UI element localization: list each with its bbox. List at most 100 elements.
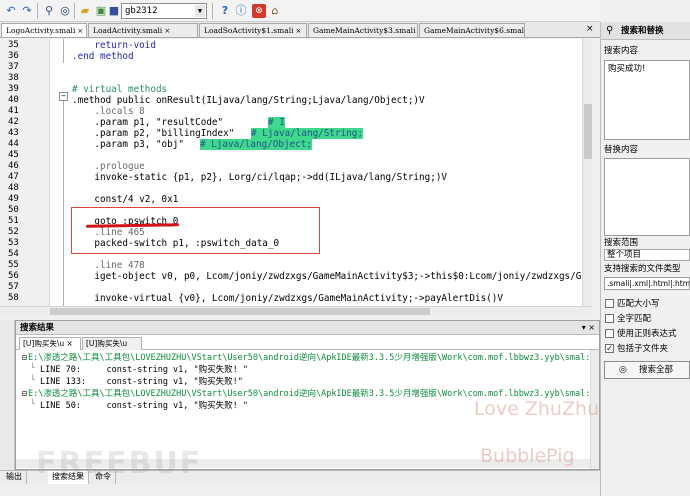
search-scope-select[interactable]: 整个项目 <box>604 249 690 261</box>
tab-gamemainactivity6[interactable]: GameMainActivity$6.smali × <box>419 23 525 37</box>
results-header: 搜索结果 ▾ × <box>16 321 599 335</box>
line-number: 49 <box>8 194 19 204</box>
home-icon[interactable]: ⌂ <box>268 4 282 18</box>
line-number: 51 <box>8 216 19 226</box>
undo-icon[interactable]: ↶ <box>4 4 18 18</box>
result-file-path[interactable]: E:\渗透之路\工具\工具包\LOVEZHUZHU\VStart\User50\… <box>28 353 590 363</box>
regex-label: 使用正则表达式 <box>617 329 677 339</box>
close-icon[interactable]: × <box>588 323 595 332</box>
help-icon[interactable]: ? <box>218 4 232 18</box>
line-number: 52 <box>8 227 19 237</box>
line-number: 36 <box>8 51 19 61</box>
code-line: .end method <box>72 51 134 62</box>
image-icon[interactable]: ▣ <box>94 4 108 18</box>
chevron-down-icon[interactable]: ▾ <box>582 323 586 332</box>
code-line: .method public onResult(ILjava/lang/Stri… <box>72 95 425 106</box>
close-icon[interactable]: × <box>296 27 302 35</box>
code-line: .locals 8 <box>72 106 145 117</box>
close-icon[interactable]: × <box>67 339 73 348</box>
code-line: .param p2, "billingIndex" <box>72 128 235 139</box>
line-number: 47 <box>8 172 19 182</box>
fold-toggle-icon[interactable]: − <box>59 92 68 101</box>
code-line: .prologue <box>72 161 145 172</box>
results-tab-label: [U]购买失\u <box>23 339 65 348</box>
results-tab[interactable]: [U]购买失\u <box>82 337 142 350</box>
line-number: 37 <box>8 62 19 72</box>
code-line: .line 478 <box>72 260 145 271</box>
line-number: 38 <box>8 73 19 83</box>
tree-connector: └ <box>30 399 35 408</box>
code-line: .param p1, "resultCode" <box>72 117 224 128</box>
side-strip <box>0 320 15 470</box>
search-all-button[interactable]: ◎ 搜索全部 <box>604 361 690 379</box>
redo-icon[interactable]: ↷ <box>20 4 34 18</box>
tab-loadsoactivity[interactable]: LoadSoActivity$1.smali × <box>199 23 307 37</box>
code-line: # virtual methods <box>72 84 168 95</box>
line-number: 54 <box>8 249 19 259</box>
replace-content-input[interactable] <box>604 158 690 236</box>
line-number: 39 <box>8 84 19 94</box>
search-content-input[interactable]: 购买成功! <box>604 60 690 140</box>
results-tab-label: [U]购买失\u <box>86 339 128 348</box>
line-number: 35 <box>8 40 19 50</box>
editor-horizontal-scrollbar[interactable] <box>0 306 592 316</box>
tree-connector: └ <box>30 363 35 372</box>
filetypes-input[interactable]: .smali|.xml|.html|.htm <box>604 277 690 290</box>
search-replace-panel: ⚲ 搜索和替换 搜索内容 购买成功! 替换内容 搜索范围 整个项目 支持搜索的文… <box>600 22 690 496</box>
line-number: 48 <box>8 183 19 193</box>
tab-logoactivity[interactable]: LogoActivity.smali × <box>1 23 87 37</box>
highlight-annotation-box <box>71 207 320 254</box>
whole-word-label: 全字匹配 <box>617 314 652 324</box>
code-line: iget-object v0, p0, Lcom/joniy/zwdzxgs/G… <box>72 271 592 282</box>
toolbar-separator <box>212 3 213 19</box>
tab-label: 输出 <box>6 472 22 481</box>
regex-checkbox[interactable] <box>605 329 614 338</box>
info-icon[interactable]: ⓘ <box>234 4 248 18</box>
find-icon[interactable]: ⚲ <box>42 4 56 18</box>
open-folder-icon[interactable]: ▰ <box>78 4 92 18</box>
collapse-icon[interactable]: ⊟ <box>22 389 27 399</box>
line-number: 56 <box>8 271 19 281</box>
tab-gamemainactivity3[interactable]: GameMainActivity$3.smali× <box>308 23 418 37</box>
panel-controls: ▾ × <box>582 321 595 334</box>
collapse-icon[interactable]: ⊟ <box>22 353 27 363</box>
code-line: invoke-static {p1, p2}, Lorg/ci/lqap;->d… <box>72 172 448 183</box>
close-icon[interactable]: × <box>77 27 83 35</box>
code-line: invoke-virtual {v0}, Lcom/joniy/zwdzxgs/… <box>72 293 503 304</box>
match-case-checkbox[interactable] <box>605 299 614 308</box>
fold-line <box>63 39 64 63</box>
result-hit[interactable]: LINE 70: const-string v1, "购买失败! " <box>40 365 248 375</box>
line-number: 57 <box>8 282 19 292</box>
subfolders-checkbox[interactable]: ✓ <box>605 344 614 353</box>
save-icon[interactable]: ■ <box>107 4 121 18</box>
code-comment: # I <box>268 117 285 128</box>
editor-vertical-scrollbar[interactable] <box>582 39 592 306</box>
whole-word-checkbox[interactable] <box>605 314 614 323</box>
results-tab[interactable]: [U]购买失\u × <box>19 337 81 350</box>
code-comment: # Ljava/lang/String; <box>251 128 363 139</box>
line-number: 58 <box>8 293 19 303</box>
line-number: 44 <box>8 139 19 149</box>
result-hit[interactable]: LINE 133: const-string v1, "购买失败!" <box>40 377 243 387</box>
binoculars-icon[interactable]: ◎ <box>58 4 72 18</box>
scrollbar-thumb[interactable] <box>50 308 430 315</box>
watermark-love: Love ZhuZhu <box>474 398 600 420</box>
code-line: const/4 v2, 0x1 <box>72 194 179 205</box>
tab-loadactivity[interactable]: LoadActivity.smali × <box>88 23 198 37</box>
chevron-down-icon[interactable]: ▼ <box>195 5 205 17</box>
tab-label: LoadSoActivity$1.smali <box>204 26 294 35</box>
toolbar-separator <box>74 3 75 19</box>
tab-output[interactable]: 输出 <box>2 471 27 484</box>
results-tabs: [U]购买失\u × [U]购买失\u <box>16 336 599 350</box>
scrollbar-thumb[interactable] <box>584 104 592 159</box>
code-editor[interactable]: − 35 36 37 38 39 40 41 42 43 44 45 46 47… <box>0 39 592 306</box>
stop-icon[interactable]: ⊗ <box>252 4 266 18</box>
search-combo[interactable]: gb2312 ▼ <box>121 3 207 19</box>
result-hit[interactable]: LINE 50: const-string v1, "购买失败! " <box>40 401 248 411</box>
subfolders-label: 包括子文件夹 <box>617 344 669 354</box>
close-icon[interactable]: × <box>417 27 418 35</box>
search-panel-header: ⚲ 搜索和替换 <box>601 22 690 40</box>
tab-label: LoadActivity.smali <box>93 26 163 35</box>
close-icon[interactable]: × <box>164 27 170 35</box>
close-icon[interactable]: × <box>586 24 594 34</box>
